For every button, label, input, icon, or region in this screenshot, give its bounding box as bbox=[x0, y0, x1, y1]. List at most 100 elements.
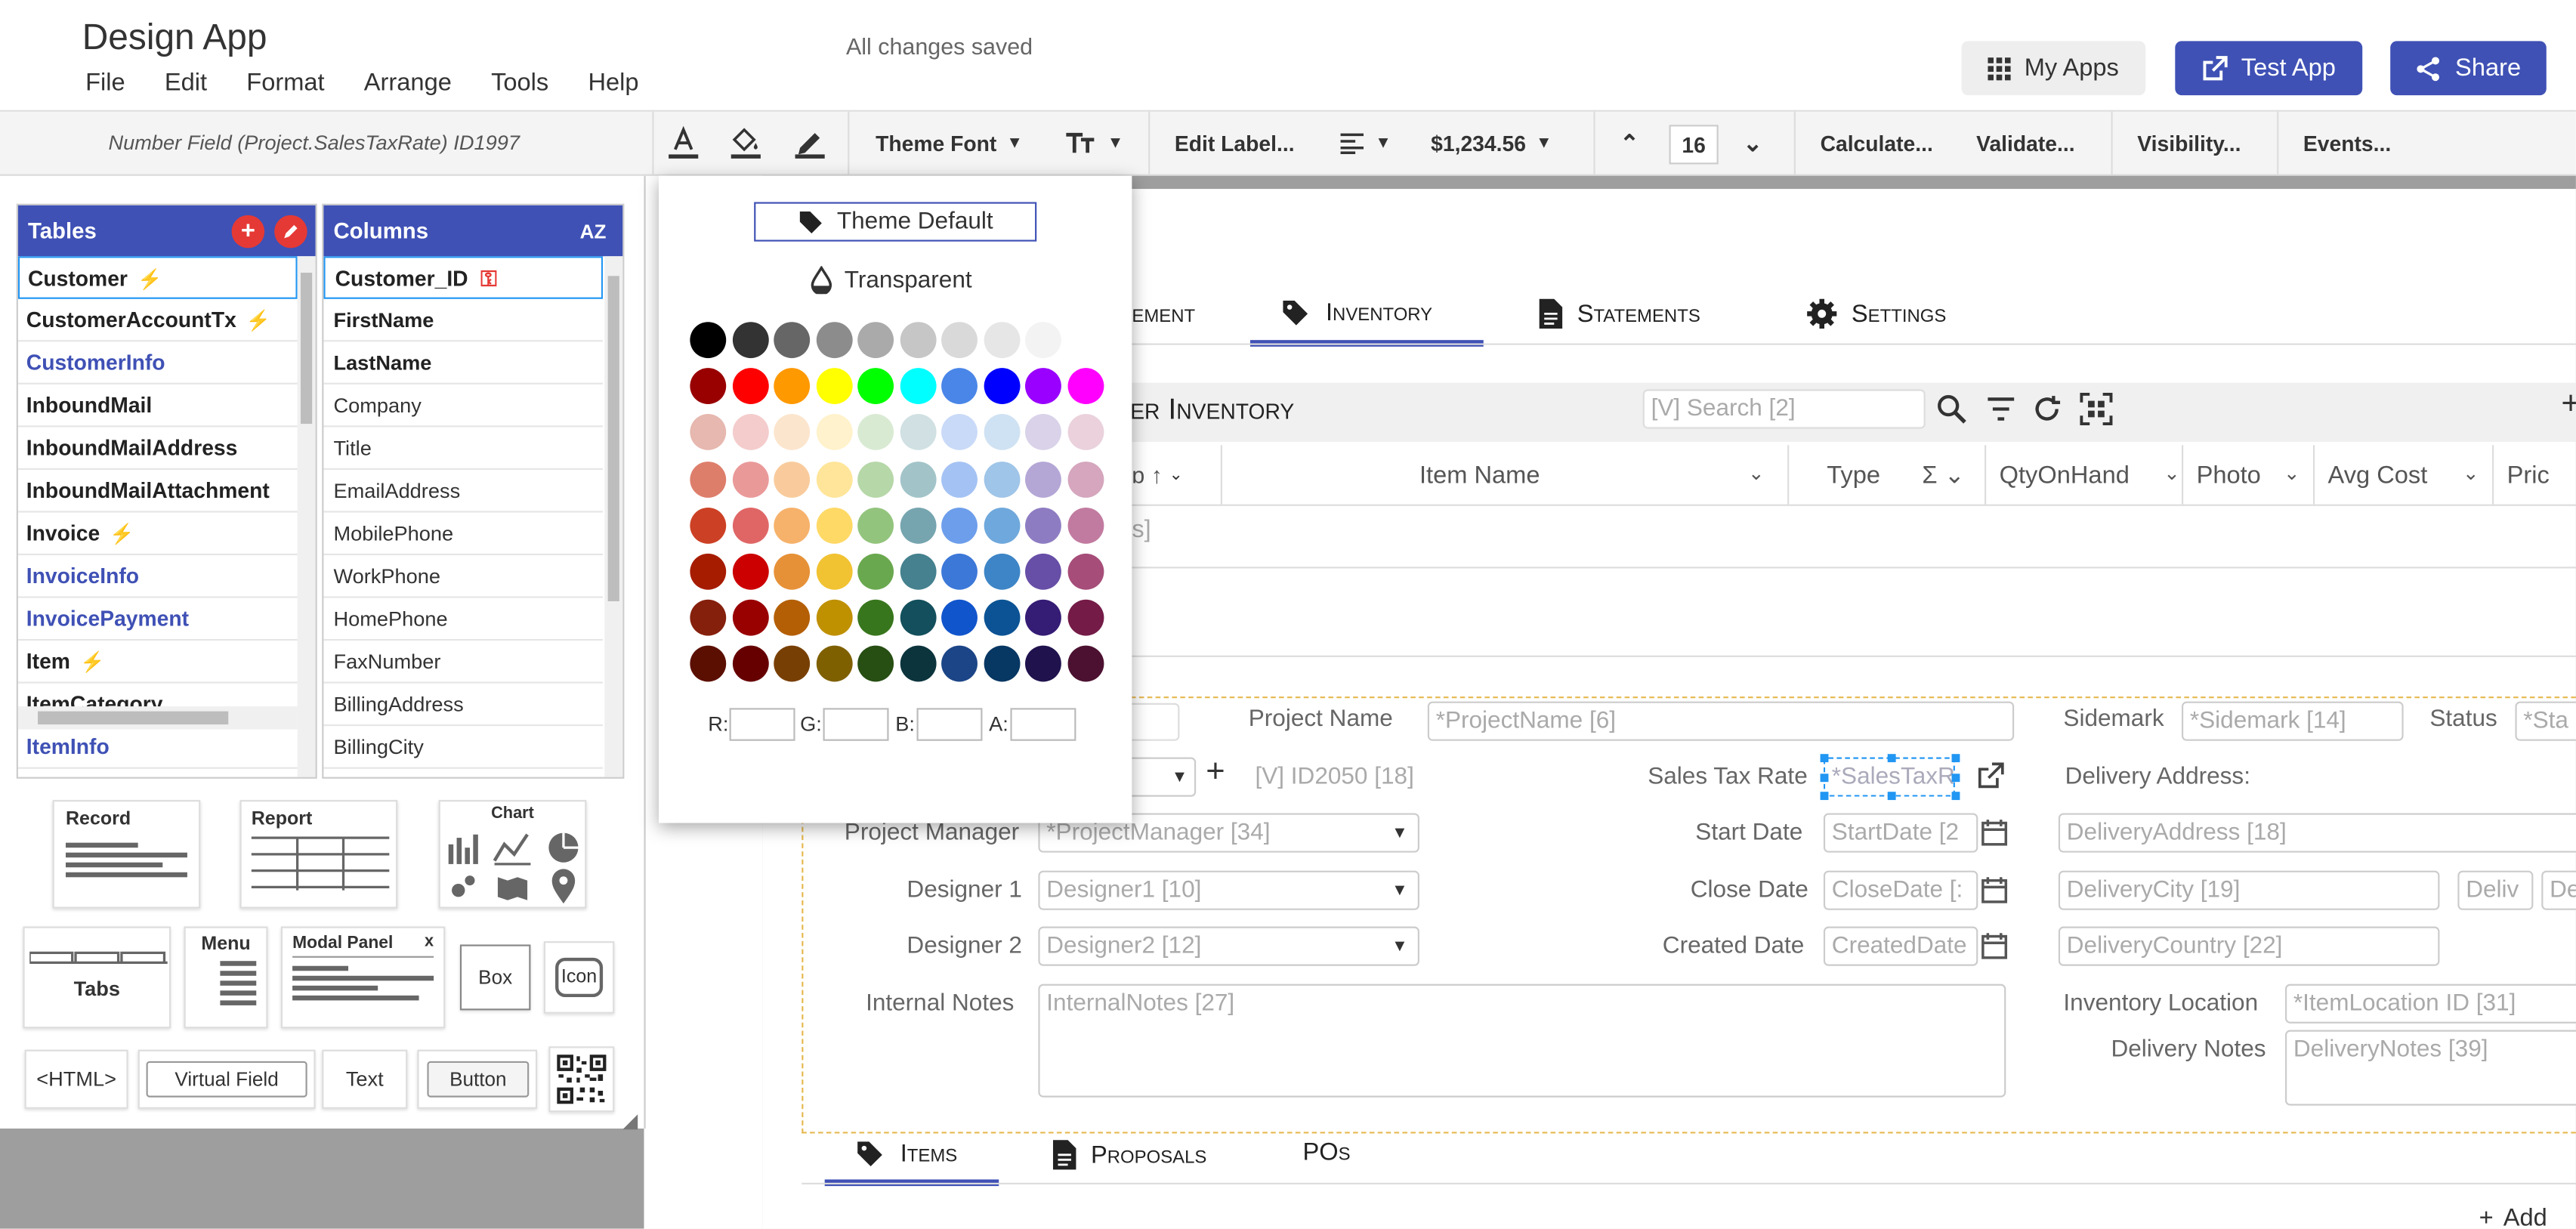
column-item[interactable]: Customer_ID ⚿ bbox=[323, 256, 604, 299]
color-swatch[interactable] bbox=[815, 368, 852, 405]
color-swatch[interactable] bbox=[774, 368, 811, 405]
my-apps-button[interactable]: My Apps bbox=[1961, 41, 2146, 96]
color-swatch[interactable] bbox=[774, 322, 811, 359]
external-link-icon[interactable] bbox=[1976, 762, 2004, 790]
add-icon[interactable]: + bbox=[1206, 754, 1225, 792]
color-swatch[interactable] bbox=[731, 322, 768, 359]
color-swatch[interactable] bbox=[941, 368, 978, 405]
add-record-icon[interactable]: + bbox=[2561, 386, 2576, 424]
align-dropdown[interactable]: ▼ bbox=[1339, 112, 1391, 174]
sort-az-icon[interactable]: AZ bbox=[580, 219, 607, 242]
tab-proposals[interactable]: Proposals bbox=[1052, 1138, 1206, 1171]
calendar-icon[interactable] bbox=[1981, 818, 2008, 846]
color-swatch[interactable] bbox=[857, 600, 894, 637]
sort-asc-icon[interactable]: ɒ ↑ ⌄ bbox=[1132, 462, 1182, 488]
grid-col-type[interactable]: Type bbox=[1827, 462, 1880, 489]
test-app-button[interactable]: Test App bbox=[2175, 41, 2363, 96]
filter-icon[interactable] bbox=[1986, 396, 2015, 422]
designer1-select[interactable]: Designer1 [10] ▼ bbox=[1038, 870, 1419, 910]
color-swatch[interactable] bbox=[1025, 507, 1061, 544]
fill-color-button[interactable] bbox=[727, 112, 764, 174]
color-swatch[interactable] bbox=[774, 600, 811, 637]
qr-scan-icon[interactable] bbox=[2080, 392, 2113, 426]
add-item-button[interactable]: + Add bbox=[2479, 1204, 2547, 1229]
color-swatch[interactable] bbox=[815, 553, 852, 590]
sidemark-input[interactable]: *Sidemark [14] bbox=[2182, 701, 2404, 741]
table-item[interactable]: ItemInfo bbox=[17, 726, 298, 769]
color-swatch[interactable] bbox=[1025, 646, 1061, 683]
color-swatch[interactable] bbox=[1025, 368, 1061, 405]
close-date-input[interactable]: CloseDate [: bbox=[1823, 870, 1978, 910]
search-icon[interactable] bbox=[1937, 394, 1966, 424]
column-item[interactable]: Title bbox=[323, 427, 604, 470]
refresh-icon[interactable] bbox=[2032, 394, 2062, 424]
color-swatch[interactable] bbox=[983, 600, 1020, 637]
chart-widget[interactable]: Chart bbox=[438, 800, 587, 909]
column-item[interactable]: BillingCity bbox=[323, 726, 604, 769]
report-widget[interactable]: Report bbox=[239, 800, 398, 909]
table-item[interactable]: InvoicePayment bbox=[17, 598, 298, 641]
color-swatch[interactable] bbox=[815, 600, 852, 637]
color-swatch[interactable] bbox=[815, 507, 852, 544]
status-input[interactable]: *Sta bbox=[2515, 701, 2576, 741]
start-date-input[interactable]: StartDate [2 bbox=[1823, 813, 1978, 853]
sales-tax-input[interactable]: *SalesTaxR bbox=[1823, 757, 1955, 797]
color-swatch[interactable] bbox=[815, 646, 852, 683]
color-swatch[interactable] bbox=[941, 414, 978, 451]
events-button[interactable]: Events... bbox=[2303, 112, 2391, 174]
validate-button[interactable]: Validate... bbox=[1976, 112, 2074, 174]
r-input[interactable] bbox=[729, 708, 795, 741]
tables-scrollbar[interactable] bbox=[297, 256, 316, 777]
color-swatch[interactable] bbox=[1067, 507, 1104, 544]
table-item[interactable]: CustomerAccountTx ⚡ bbox=[17, 299, 298, 342]
color-swatch[interactable] bbox=[1067, 553, 1104, 590]
project-name-input[interactable]: *ProjectName [6] bbox=[1427, 701, 2015, 741]
column-item[interactable]: BillingAddress bbox=[323, 684, 604, 727]
tab-settings[interactable]: Settings bbox=[1805, 298, 1946, 330]
resize-handle[interactable]: ◢ bbox=[622, 1109, 638, 1132]
color-swatch[interactable] bbox=[815, 461, 852, 498]
color-swatch[interactable] bbox=[1067, 461, 1104, 498]
color-swatch[interactable] bbox=[899, 461, 936, 498]
color-swatch[interactable] bbox=[857, 507, 894, 544]
color-swatch[interactable] bbox=[690, 507, 727, 544]
column-item[interactable]: EmailAddress bbox=[323, 470, 604, 513]
font-color-button[interactable] bbox=[666, 112, 702, 174]
color-swatch[interactable] bbox=[941, 322, 978, 359]
chevron-up-icon[interactable]: ⌃ bbox=[1620, 112, 1639, 174]
color-swatch[interactable] bbox=[941, 600, 978, 637]
color-swatch[interactable] bbox=[983, 322, 1020, 359]
sigma-icon[interactable]: Σ ⌄ bbox=[1922, 460, 1965, 489]
color-swatch[interactable] bbox=[983, 414, 1020, 451]
border-color-button[interactable] bbox=[792, 112, 828, 174]
theme-font-dropdown[interactable]: Theme Font ▼ bbox=[876, 112, 1023, 174]
delivery-country-input[interactable]: DeliveryCountry [22] bbox=[2058, 926, 2440, 966]
color-swatch[interactable] bbox=[815, 322, 852, 359]
column-item[interactable]: FirstName bbox=[323, 299, 604, 342]
color-swatch[interactable] bbox=[690, 368, 727, 405]
grid-col-avg-cost[interactable]: Avg Cost bbox=[2328, 462, 2428, 489]
delivery-notes-textarea[interactable]: DeliveryNotes [39] bbox=[2285, 1030, 2576, 1106]
tab-management[interactable]: ement bbox=[1132, 301, 1195, 329]
table-item[interactable]: CustomerInfo bbox=[17, 341, 298, 384]
a-input[interactable] bbox=[1010, 708, 1076, 741]
search-input[interactable]: [V] Search [2] bbox=[1642, 389, 1926, 429]
color-swatch[interactable] bbox=[1067, 368, 1104, 405]
color-swatch[interactable] bbox=[983, 646, 1020, 683]
grid-col-photo[interactable]: Photo bbox=[2197, 462, 2261, 489]
tab-items[interactable]: Items bbox=[854, 1138, 957, 1168]
tab-pos[interactable]: POs bbox=[1303, 1138, 1351, 1166]
color-swatch[interactable] bbox=[1025, 322, 1061, 359]
color-swatch[interactable] bbox=[899, 322, 936, 359]
color-swatch[interactable] bbox=[1025, 600, 1061, 637]
created-date-input[interactable]: CreatedDate bbox=[1823, 926, 1978, 966]
table-item[interactable]: Item ⚡ bbox=[17, 641, 298, 684]
color-swatch[interactable] bbox=[731, 646, 768, 683]
table-item[interactable]: InboundMailAttachment bbox=[17, 470, 298, 513]
color-swatch[interactable] bbox=[690, 646, 727, 683]
internal-notes-textarea[interactable]: InternalNotes [27] bbox=[1038, 984, 2006, 1098]
table-item[interactable]: Invoice ⚡ bbox=[17, 513, 298, 556]
modal-panel-widget[interactable]: Modal Panel x bbox=[280, 926, 446, 1029]
color-swatch[interactable] bbox=[774, 646, 811, 683]
text-widget[interactable]: Text bbox=[322, 1049, 408, 1109]
